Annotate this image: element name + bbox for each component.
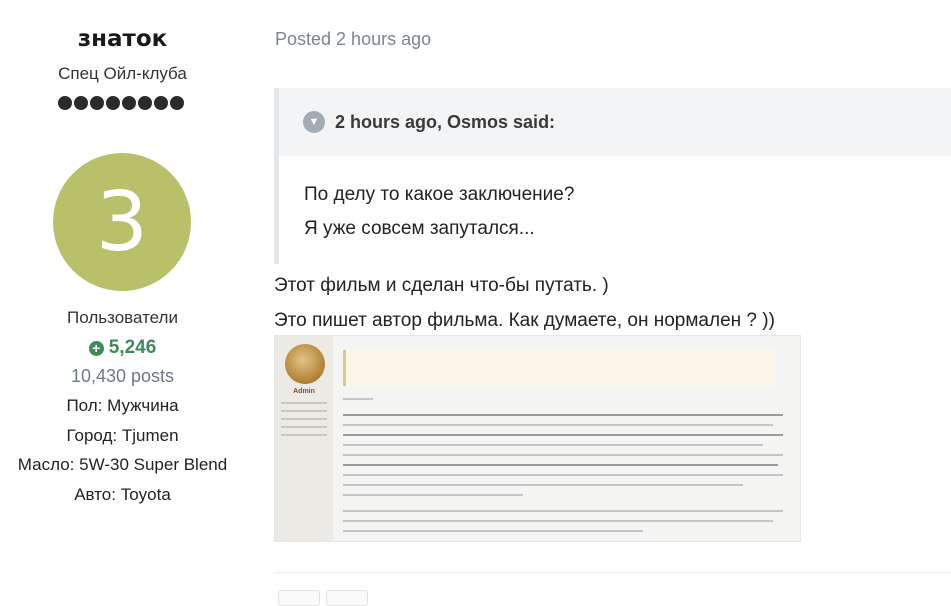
rank-pips bbox=[58, 96, 184, 110]
screenshot-avatar bbox=[285, 344, 325, 384]
screenshot-line bbox=[343, 444, 763, 446]
quote-header[interactable]: ▼ 2 hours ago, Osmos said: bbox=[279, 88, 951, 156]
post-count[interactable]: 10,430 posts bbox=[0, 366, 245, 387]
screenshot-line bbox=[343, 414, 783, 416]
reputation-value: 5,246 bbox=[108, 337, 157, 358]
field-value: Toyota bbox=[120, 485, 171, 504]
rank-pip bbox=[74, 96, 88, 110]
field-value: 5W-30 Super Blend bbox=[79, 455, 228, 474]
screenshot-line bbox=[281, 418, 327, 420]
field-value: Мужчина bbox=[107, 396, 179, 415]
rank-pip bbox=[138, 96, 152, 110]
field-oil: Масло: 5W-30 Super Blend bbox=[0, 455, 245, 475]
screenshot-line bbox=[343, 494, 523, 496]
screenshot-line bbox=[343, 434, 783, 436]
rank-pip bbox=[106, 96, 120, 110]
chevron-down-icon[interactable]: ▼ bbox=[303, 111, 325, 133]
rank-pip bbox=[58, 96, 72, 110]
screenshot-line bbox=[343, 484, 743, 486]
quote-citation: 2 hours ago, Osmos said: bbox=[335, 111, 556, 132]
post-action-button[interactable] bbox=[326, 590, 368, 606]
avatar[interactable]: 3 bbox=[53, 153, 191, 291]
author-group: Пользователи bbox=[67, 308, 178, 327]
screenshot-line bbox=[343, 510, 783, 512]
screenshot-line bbox=[343, 520, 773, 522]
screenshot-line bbox=[343, 464, 778, 466]
plus-circle-icon: + bbox=[88, 340, 104, 356]
field-label: Масло: bbox=[17, 455, 75, 474]
post-action-button[interactable] bbox=[278, 590, 320, 606]
screenshot-line bbox=[343, 474, 783, 476]
screenshot-line bbox=[281, 434, 327, 436]
field-value: Tjumen bbox=[121, 426, 179, 445]
rank-pip bbox=[122, 96, 136, 110]
rank-pip bbox=[170, 96, 184, 110]
screenshot-line bbox=[281, 410, 327, 412]
screenshot-line bbox=[343, 454, 783, 456]
post-body: Этот фильм и сделан что-бы путать. ) Это… bbox=[274, 268, 775, 338]
screenshot-quote bbox=[343, 350, 776, 386]
screenshot-line bbox=[343, 424, 773, 426]
reputation-badge[interactable]: + 5,246 bbox=[0, 337, 245, 359]
screenshot-line bbox=[281, 402, 327, 404]
field-car: Авто: Toyota bbox=[0, 485, 245, 505]
field-city: Город: Tjumen bbox=[0, 426, 245, 446]
field-label: Авто: bbox=[74, 485, 116, 504]
screenshot-line bbox=[343, 398, 373, 400]
author-name[interactable]: знаток bbox=[0, 26, 245, 52]
screenshot-line bbox=[281, 426, 327, 428]
post-divider bbox=[274, 572, 951, 573]
post-line: Этот фильм и сделан что-бы путать. ) bbox=[274, 275, 609, 296]
quote-line: Я уже совсем запутался... bbox=[304, 218, 535, 239]
rank-pip bbox=[90, 96, 104, 110]
quote-body: По делу то какое заключение? Я уже совсе… bbox=[279, 156, 951, 246]
field-label: Пол: bbox=[66, 396, 103, 415]
post-timestamp[interactable]: Posted 2 hours ago bbox=[275, 29, 431, 50]
quote-line: По делу то какое заключение? bbox=[304, 184, 575, 205]
rank-pip bbox=[154, 96, 168, 110]
avatar-letter: 3 bbox=[95, 174, 149, 270]
quote-block: ▼ 2 hours ago, Osmos said: По делу то ка… bbox=[274, 88, 951, 264]
screenshot-line bbox=[343, 530, 643, 532]
author-title: Спец Ойл-клуба bbox=[58, 64, 187, 83]
field-label: Город: bbox=[66, 426, 118, 445]
post-line: Это пишет автор фильма. Как думаете, он … bbox=[274, 310, 775, 331]
field-gender: Пол: Мужчина bbox=[0, 396, 245, 416]
screenshot-author-label: Admin bbox=[293, 388, 315, 395]
screenshot-image[interactable]: Admin bbox=[274, 335, 801, 542]
